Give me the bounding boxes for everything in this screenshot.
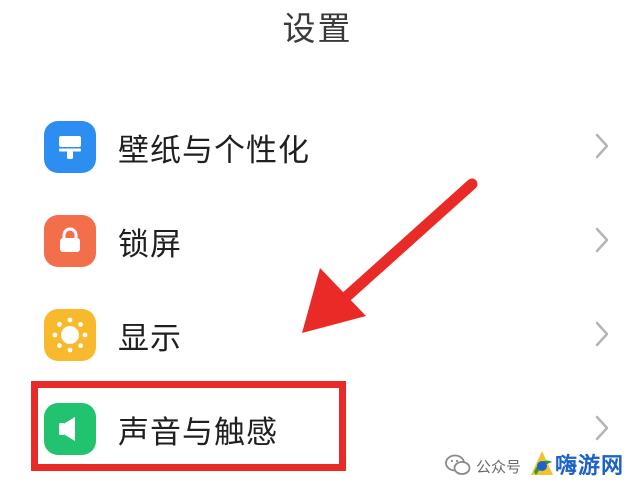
watermark-account: 公众号 — [476, 458, 522, 476]
watermark-site-name: 嗨游网 — [555, 454, 625, 479]
site-logo-icon — [531, 451, 553, 475]
wechat-icon — [445, 454, 471, 475]
arrow-annotation — [302, 178, 478, 333]
